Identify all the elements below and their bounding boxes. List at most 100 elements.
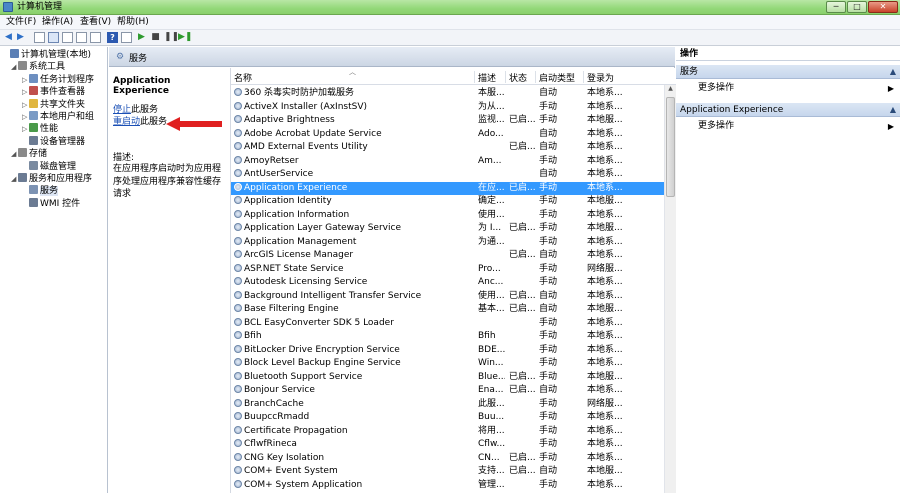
service-row[interactable]: Background Intelligent Transfer Service 使… <box>231 290 664 304</box>
more-actions-item[interactable]: 更多操作 ▶ <box>698 82 896 95</box>
service-row[interactable]: Base Filtering Engine 基本... 已启... 自动 本地服... <box>231 303 664 317</box>
tree-item[interactable]: ◢ 系统工具 <box>11 61 65 73</box>
expand-toggle-icon[interactable]: ▷ <box>22 86 29 98</box>
tree-item[interactable]: ◢ 服务和应用程序 <box>11 173 92 185</box>
service-row[interactable]: BranchCache 此服... 手动 网络服... <box>231 398 664 412</box>
service-gear-icon <box>234 155 242 164</box>
vertical-scrollbar[interactable]: ▲ <box>664 85 676 493</box>
service-row[interactable]: BCL EasyConverter SDK 5 Loader 手动 本地系... <box>231 317 664 331</box>
cell-logon: 本地系... <box>587 169 623 179</box>
properties-icon[interactable] <box>62 32 73 43</box>
expand-toggle-icon[interactable]: ▷ <box>22 99 29 111</box>
collapse-icon[interactable]: ▲ <box>890 103 896 117</box>
expand-toggle-icon[interactable]: ▷ <box>22 74 29 86</box>
expand-toggle-icon[interactable]: ◢ <box>11 61 18 73</box>
expand-toggle-icon[interactable]: ◢ <box>11 173 18 185</box>
more-actions-item[interactable]: 更多操作 ▶ <box>698 120 896 133</box>
maximize-button[interactable]: □ <box>847 1 867 13</box>
column-separator[interactable] <box>535 71 536 83</box>
service-name: Adobe Acrobat Update Service <box>244 128 382 139</box>
show-action-pane-icon[interactable] <box>121 32 132 43</box>
cell-logon: 本地系... <box>587 412 623 422</box>
tree-item[interactable]: 服务 <box>22 185 59 197</box>
tree-item[interactable]: ▷ 任务计划程序 <box>22 73 94 86</box>
service-gear-icon <box>234 412 242 420</box>
service-row[interactable]: CNG Key Isolation CN... 已启... 手动 本地系... <box>231 452 664 466</box>
pause-service-icon[interactable]: ❚❚ <box>164 32 179 43</box>
service-row[interactable]: AmoyRetser Am... 手动 本地系... <box>231 155 664 169</box>
start-service-icon[interactable]: ▶ <box>136 32 147 43</box>
service-row[interactable]: AMD External Events Utility 已启... 自动 本地系... <box>231 141 664 155</box>
show-hide-tree-icon[interactable] <box>48 32 59 43</box>
service-row[interactable]: Application Management 为通... 手动 本地系... <box>231 236 664 250</box>
forward-icon[interactable]: ▶ <box>15 32 26 43</box>
service-row[interactable]: COM+ Event System 支持... 已启... 自动 本地服... <box>231 465 664 479</box>
back-icon[interactable]: ◀ <box>3 32 14 43</box>
cell-startup: 手动 <box>539 115 558 125</box>
column-separator[interactable] <box>474 71 475 83</box>
column-name[interactable]: 名称 <box>234 74 252 85</box>
tree-item[interactable]: ▷ 事件查看器 <box>22 86 85 98</box>
service-row[interactable]: Adaptive Brightness 监视... 已启... 手动 本地服... <box>231 114 664 128</box>
help-icon[interactable]: ? <box>107 32 118 43</box>
service-row[interactable]: Bfih Bfih 手动 本地系... <box>231 330 664 344</box>
tree-item[interactable]: ▷ 本地用户和组 <box>22 111 94 123</box>
cell-logon: 本地系... <box>587 331 623 341</box>
service-row[interactable]: ActiveX Installer (AxInstSV) 为从... 手动 本地系..… <box>231 101 664 115</box>
stop-service-icon[interactable]: ■ <box>150 32 161 43</box>
service-row[interactable]: Certificate Propagation 将用... 手动 本地系... <box>231 425 664 439</box>
column-status[interactable]: 状态 <box>509 74 527 85</box>
expand-toggle-icon[interactable]: ◢ <box>11 148 18 160</box>
tree-item[interactable]: ▷ 共享文件夹 <box>22 98 85 111</box>
service-row[interactable]: Application Identity 确定... 手动 本地服... <box>231 195 664 209</box>
restart-service-icon[interactable]: ▶❚ <box>178 32 192 43</box>
service-row[interactable]: BuupccRmadd Buu... 手动 本地系... <box>231 411 664 425</box>
service-row[interactable]: Bonjour Service Ena... 已启... 自动 本地系... <box>231 384 664 398</box>
service-row[interactable]: ArcGIS License Manager 已启... 自动 本地系... <box>231 249 664 263</box>
actions-section-selected-service[interactable]: Application Experience ▲ <box>676 103 900 117</box>
service-row[interactable]: ASP.NET State Service Pro... 手动 网络服... <box>231 263 664 277</box>
service-name: Application Management <box>244 236 357 247</box>
service-row[interactable]: Adobe Acrobat Update Service Ado... 自动 本地系.… <box>231 128 664 142</box>
export-list-icon[interactable] <box>90 32 101 43</box>
service-row[interactable]: Autodesk Licensing Service Anc... 手动 本地系... <box>231 276 664 290</box>
column-logon-as[interactable]: 登录为 <box>587 74 614 85</box>
up-level-icon[interactable] <box>34 32 45 43</box>
menu-view[interactable]: 查看(V) <box>80 16 111 29</box>
tree-item[interactable]: ◢ 存储 <box>11 148 47 160</box>
tree-item[interactable]: ▷ 性能 <box>22 123 58 135</box>
menu-action[interactable]: 操作(A) <box>42 16 73 29</box>
tree-item[interactable]: 计算机管理(本地) <box>3 49 91 61</box>
tree-item[interactable]: WMI 控件 <box>22 197 80 210</box>
scrollbar-thumb[interactable] <box>666 97 675 197</box>
cell-desc: Cflw... <box>478 439 505 449</box>
service-row[interactable]: BitLocker Drive Encryption Service BDE...… <box>231 344 664 358</box>
service-row[interactable]: Block Level Backup Engine Service Win... 手… <box>231 357 664 371</box>
collapse-icon[interactable]: ▲ <box>890 65 896 79</box>
expand-toggle-icon[interactable]: ▷ <box>22 123 29 135</box>
column-separator[interactable] <box>505 71 506 83</box>
service-row[interactable]: COM+ System Application 管理... 手动 本地系... <box>231 479 664 493</box>
service-row[interactable]: Application Information 使用... 手动 本地系... <box>231 209 664 223</box>
menu-help[interactable]: 帮助(H) <box>117 16 149 29</box>
restart-service-link[interactable]: 重启动 <box>113 117 140 127</box>
service-row[interactable]: Bluetooth Support Service Blue... 已启... 手动 本… <box>231 371 664 385</box>
cell-desc: Anc... <box>478 277 504 287</box>
tree-item[interactable]: 设备管理器 <box>22 135 85 148</box>
service-row[interactable]: 360 杀毒实时防护加载服务 本服... 自动 本地系... <box>231 87 664 101</box>
tree-item[interactable]: 磁盘管理 <box>22 160 76 173</box>
close-button[interactable]: ✕ <box>868 1 898 13</box>
column-separator[interactable] <box>583 71 584 83</box>
expand-toggle-icon[interactable]: ▷ <box>22 111 29 123</box>
refresh-icon[interactable] <box>76 32 87 43</box>
menu-file[interactable]: 文件(F) <box>6 16 36 29</box>
column-startup-type[interactable]: 启动类型 <box>539 74 575 85</box>
scroll-up-icon[interactable]: ▲ <box>665 85 676 95</box>
service-row[interactable]: Application Layer Gateway Service 为 I... 已… <box>231 222 664 236</box>
actions-section-services[interactable]: 服务 ▲ <box>676 65 900 79</box>
minimize-button[interactable]: ─ <box>826 1 846 13</box>
service-row[interactable]: AntUserService 自动 本地系... <box>231 168 664 182</box>
service-row[interactable]: Application Experience 在应... 已启... 手动 本地系... <box>231 181 664 195</box>
column-description[interactable]: 描述 <box>478 74 496 85</box>
service-row[interactable]: CflwfRineca Cflw... 手动 本地系... <box>231 438 664 452</box>
